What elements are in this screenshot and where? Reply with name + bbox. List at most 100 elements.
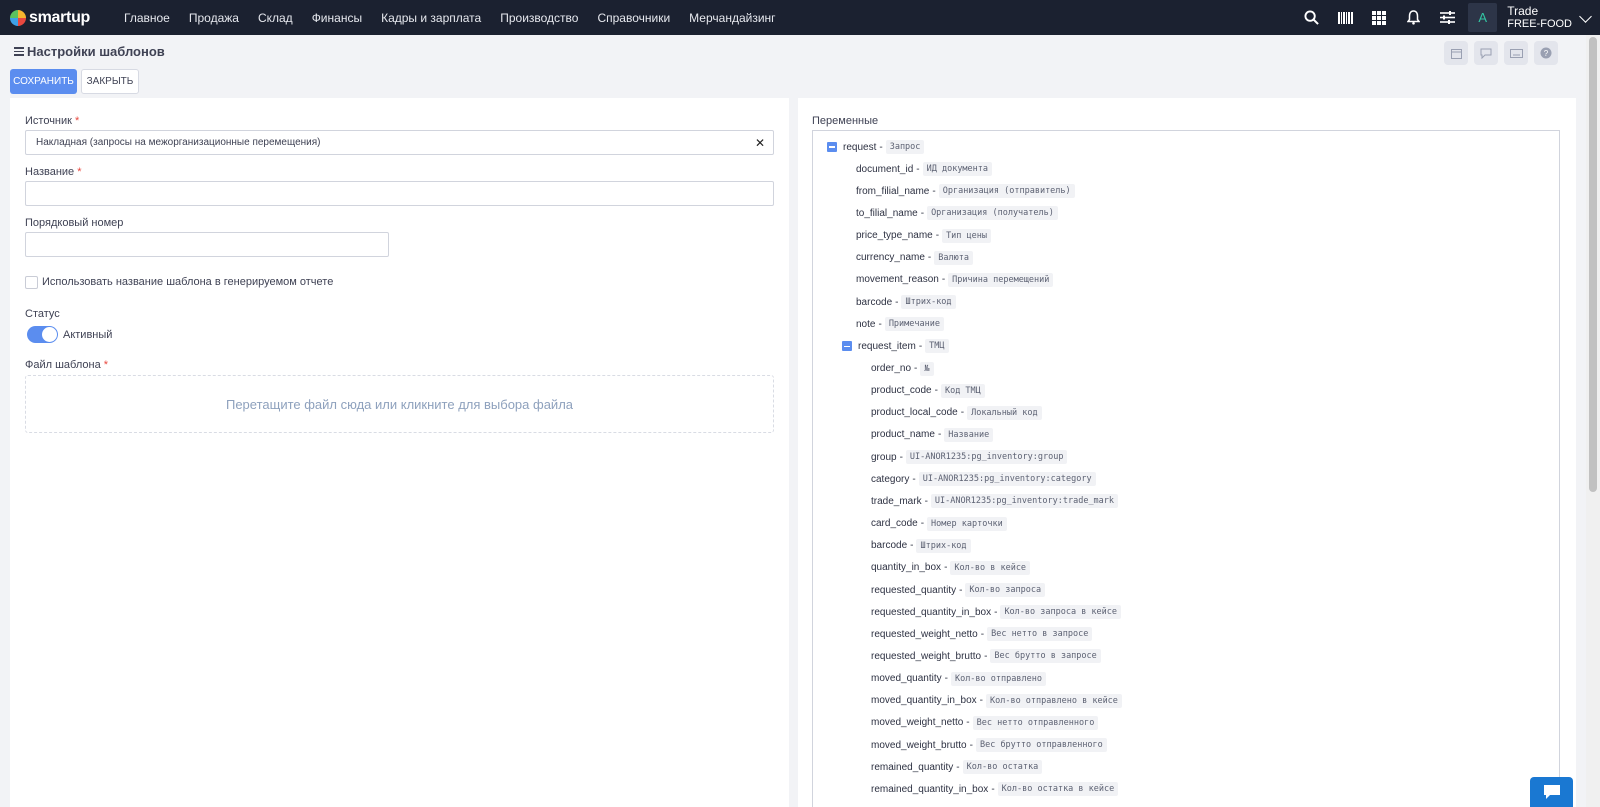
variable-description: UI-ANOR1235:pg_inventory:group [905, 450, 1068, 465]
separator: - [879, 141, 883, 153]
source-select[interactable]: Накладная (запросы на межорганизационные… [25, 130, 774, 155]
separator: - [916, 163, 920, 175]
order-number-label: Порядковый номер [25, 217, 124, 229]
variable-key: trade_mark [871, 495, 922, 507]
name-label: Название * [25, 166, 82, 178]
nav-item[interactable]: Производство [500, 11, 578, 25]
status-label: Статус [25, 308, 60, 320]
user-company: FREE-FOOD [1507, 17, 1572, 30]
variable-description: Локальный код [967, 405, 1042, 420]
bell-icon[interactable] [1396, 0, 1430, 35]
variable-key: group [871, 451, 897, 463]
variable-description: Номер карточки [927, 516, 1007, 531]
separator: - [960, 407, 965, 419]
variable-description: ТМЦ [925, 339, 949, 354]
tree-variable-node: requested_weight_netto - Вес нетто в запро… [871, 627, 1093, 642]
nav-item[interactable]: Главное [124, 11, 170, 25]
nav-item[interactable]: Мерчандайзинг [689, 11, 775, 25]
tree-variable-node: card_code - Номер карточки [871, 516, 1007, 531]
tree-variable-node: to_filial_name - Организация (получатель) [856, 206, 1058, 221]
variable-key: remained_quantity [871, 761, 954, 773]
variable-key: moved_weight_brutto [871, 739, 967, 751]
menu-icon[interactable] [14, 45, 24, 58]
separator: - [979, 695, 983, 707]
file-dropzone[interactable]: Перетащите файл сюда или кликните для вы… [25, 375, 774, 433]
svg-text:?: ? [1544, 49, 1549, 58]
tree-variable-node: movement_reason - Причина перемещений [856, 272, 1054, 287]
separator: - [927, 252, 932, 264]
variable-key: category [871, 473, 910, 485]
separator: - [912, 473, 916, 485]
clear-icon[interactable]: ✕ [755, 136, 765, 150]
logo-text: smartup [29, 8, 91, 26]
nav-item[interactable]: Кадры и зарплата [381, 11, 481, 25]
variables-panel: Переменные request - Запрос document_id - ИД … [798, 98, 1576, 807]
variable-description: ИД документа [922, 162, 993, 177]
tree-variable-node: requested_quantity - Кол-во запроса [871, 583, 1046, 597]
nav-item[interactable]: Справочники [597, 11, 670, 25]
variable-description: Вес нетто отправленного [972, 715, 1099, 730]
keyboard-icon[interactable] [1504, 41, 1528, 65]
status-toggle[interactable] [27, 326, 58, 343]
collapse-icon[interactable] [827, 142, 837, 152]
tree-variable-node: requested_quantity_in_box - Кол-во запроса… [871, 605, 1122, 620]
separator: - [899, 451, 903, 463]
variable-description: Тип цены [942, 228, 992, 243]
variable-key: product_code [871, 385, 932, 397]
variable-key: remained_quantity_in_box [871, 783, 989, 795]
help-icon[interactable]: ? [1534, 41, 1558, 65]
barcode-icon[interactable] [1328, 0, 1362, 35]
avatar[interactable]: A [1468, 3, 1498, 32]
chat-button[interactable] [1530, 777, 1573, 807]
variable-key: to_filial_name [856, 207, 918, 219]
collapse-icon[interactable] [842, 341, 852, 352]
tree-variable-node: order_no - № [871, 361, 934, 376]
nav-item[interactable]: Продажа [189, 11, 239, 25]
tree-variable-node: document_id - ИД документа [856, 162, 993, 177]
variable-key: requested_quantity [871, 584, 957, 596]
variable-key: note [856, 318, 876, 330]
nav-item[interactable]: Финансы [312, 11, 362, 25]
feedback-icon[interactable] [1474, 41, 1498, 65]
variable-description: № [920, 361, 934, 376]
tree-variable-node: moved_quantity - Кол-во отправлено [871, 671, 1046, 686]
name-field[interactable] [25, 181, 774, 206]
variable-key: movement_reason [856, 274, 939, 286]
variable-description: Вес брутто отправленного [975, 738, 1107, 753]
top-icon-bar: A Trade FREE-FOOD [1294, 0, 1600, 35]
app-logo[interactable]: smartup [10, 9, 102, 27]
tree-variable-node: price_type_name - Тип цены [856, 228, 992, 243]
calendar-icon[interactable] [1444, 41, 1468, 65]
variable-key: requested_weight_brutto [871, 650, 982, 662]
order-number-field[interactable] [25, 232, 389, 257]
separator: - [937, 429, 942, 441]
variable-key: moved_quantity_in_box [871, 695, 977, 707]
close-button[interactable]: ЗАКРЫТЬ [81, 69, 139, 94]
variable-key: barcode [856, 296, 893, 308]
nav-item[interactable]: Склад [258, 11, 293, 25]
variable-description: Код ТМЦ [940, 383, 985, 398]
tree-variable-node: moved_quantity_in_box - Кол-во отправлено … [871, 693, 1122, 708]
grid-icon[interactable] [1362, 0, 1396, 35]
variable-description: Вес брутто в запросе [990, 649, 1101, 664]
variable-key: currency_name [856, 252, 925, 264]
tree-variable-node: remained_quantity - Кол-во остатка [871, 760, 1043, 775]
variable-description: Причина перемещений [948, 272, 1054, 287]
user-menu[interactable]: Trade FREE-FOOD [1507, 4, 1592, 31]
variable-key: document_id [856, 163, 914, 175]
save-button[interactable]: СОХРАНИТЬ [10, 69, 77, 94]
sliders-icon[interactable] [1430, 0, 1464, 35]
logo-icon [10, 9, 26, 26]
tree-variable-node: product_code - Код ТМЦ [871, 383, 985, 398]
separator: - [944, 562, 948, 574]
page-scrollbar[interactable] [1586, 35, 1600, 807]
main-nav: Главное Продажа Склад Финансы Кадры и зарпла… [124, 11, 795, 25]
tree-variable-node: quantity_in_box - Кол-во в кейсе [871, 560, 1031, 575]
search-icon[interactable] [1294, 0, 1328, 35]
variable-description: Название [944, 427, 994, 442]
variable-key: card_code [871, 518, 918, 530]
variable-description: Примечание [884, 317, 944, 332]
use-name-label: Использовать название шаблона в генериру… [42, 276, 334, 288]
top-navbar: smartup Главное Продажа Склад Финансы Кадры … [0, 0, 1600, 35]
use-name-checkbox[interactable] [25, 276, 38, 289]
